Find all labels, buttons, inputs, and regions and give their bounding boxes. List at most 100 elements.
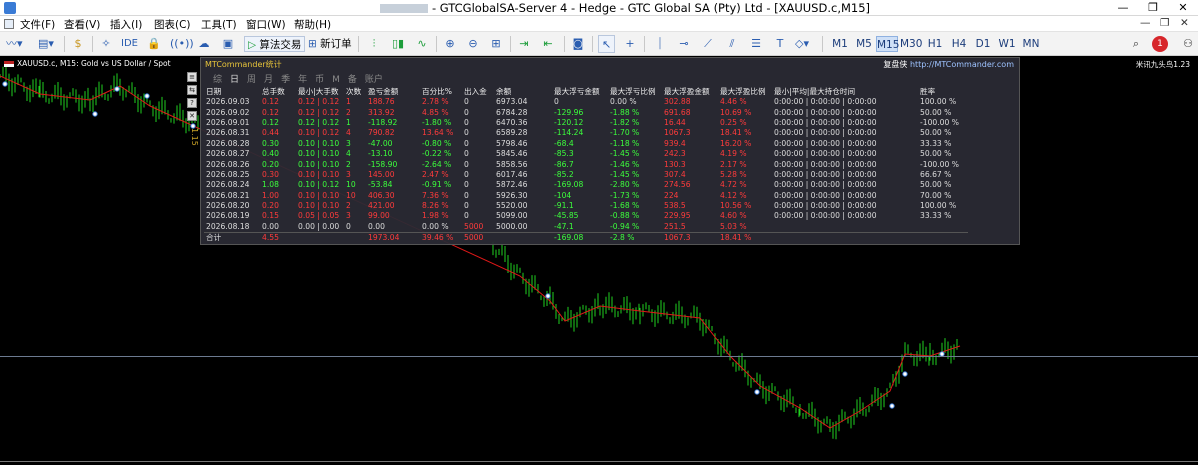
table-cell: 145.00 <box>368 169 395 179</box>
notification-badge[interactable]: 1 <box>1152 36 1168 52</box>
cursor-icon[interactable]: ↖ <box>598 35 616 53</box>
table-cell: 0:00:00 | 0:00:00 | 0:00:00 <box>774 149 877 159</box>
table-cell: 33.33 % <box>920 138 952 148</box>
timeframe-w1[interactable]: W1 <box>997 36 1017 52</box>
market-bag-icon[interactable]: 🔒 <box>146 35 162 53</box>
restore-button[interactable]: ❐ <box>1138 0 1168 16</box>
signals-icon[interactable]: ((•)) <box>170 35 194 53</box>
menu-insert[interactable]: 插入(I) <box>110 17 142 32</box>
period-tab[interactable]: 币 <box>315 75 324 85</box>
table-cell: -91.1 <box>554 201 574 211</box>
new-order-button[interactable]: ⊞ 新订单 <box>308 36 352 52</box>
table-cell: 5845.46 <box>496 149 528 159</box>
line-chart-icon[interactable]: ∿ <box>414 35 430 53</box>
table-cell: 8.26 % <box>422 201 449 211</box>
period-tab[interactable]: M <box>332 75 340 85</box>
menu-help[interactable]: 帮助(H) <box>294 17 331 32</box>
menu-window[interactable]: 窗口(W) <box>246 17 286 32</box>
close-button[interactable]: ✕ <box>1168 0 1198 16</box>
zoom-out-icon[interactable]: ⊖ <box>465 35 481 53</box>
column-header: 最大浮盈金额 <box>664 86 710 96</box>
period-tab[interactable]: 年 <box>298 75 307 85</box>
table-cell: 224 <box>664 190 679 200</box>
timeframe-m15[interactable]: M15 <box>876 36 899 52</box>
horizontal-line-icon[interactable]: ⊸ <box>676 35 692 53</box>
menu-charts[interactable]: 图表(C) <box>154 17 191 32</box>
table-cell: 0.12 <box>262 97 279 107</box>
table-cell <box>344 231 366 243</box>
shapes-icon[interactable]: ◇▾ <box>794 35 810 53</box>
period-tab[interactable]: 账户 <box>365 75 383 85</box>
minimize-button[interactable]: — <box>1108 0 1138 16</box>
dollar-icon[interactable]: $ <box>70 35 86 53</box>
tile-windows-icon[interactable]: ⊞ <box>488 35 504 53</box>
chart-type-icon[interactable]: 〰▾ <box>6 35 23 53</box>
menu-tools[interactable]: 工具(T) <box>201 17 237 32</box>
side-button[interactable]: ≡ <box>187 72 197 82</box>
table-cell: -1.46 % <box>610 159 640 169</box>
play-icon: ▷ <box>248 39 257 51</box>
templates-icon[interactable]: ▤▾ <box>38 35 54 53</box>
table-cell: 1 <box>346 97 351 107</box>
period-tab[interactable]: 周 <box>247 75 256 85</box>
zoom-in-icon[interactable]: ⊕ <box>442 35 458 53</box>
trendline-icon[interactable]: ⟋ <box>700 35 716 53</box>
table-cell: 0 <box>554 97 559 107</box>
table-cell: 6784.28 <box>496 107 528 117</box>
table-cell: 0 <box>464 211 469 221</box>
panel-link-label: 复盘侠 <box>883 60 908 69</box>
screenshot-icon[interactable]: ◙ <box>570 35 586 53</box>
fibonacci-icon[interactable]: ☰ <box>748 35 764 53</box>
ide-button[interactable]: IDE <box>121 35 138 53</box>
vps-icon[interactable]: ☁ <box>196 35 212 53</box>
table-cell: 274.56 <box>664 180 691 190</box>
timeframe-m5[interactable]: M5 <box>854 36 874 52</box>
algo-trading-button[interactable]: ▷ 算法交易 <box>244 36 306 52</box>
table-cell: -0.91 % <box>422 180 452 190</box>
panel-link-url[interactable]: http://MTCommander.com <box>910 60 1014 69</box>
candlestick-icon[interactable]: ▯▮ <box>390 35 406 53</box>
side-button[interactable]: ? <box>187 98 197 108</box>
inner-restore-button[interactable]: ❐ <box>1160 17 1169 29</box>
table-cell: 0.10 | 0.10 <box>298 138 340 148</box>
autoscroll-icon[interactable]: ⇥ <box>516 35 532 53</box>
table-cell: 0.10 | 0.10 <box>298 190 340 200</box>
crosshair-icon[interactable]: + <box>622 35 638 53</box>
horizontal-price-line[interactable] <box>0 356 1198 357</box>
timeframe-d1[interactable]: D1 <box>973 36 993 52</box>
text-label-icon[interactable]: T <box>772 35 788 53</box>
menu-file[interactable]: 文件(F) <box>20 17 55 32</box>
account-icon[interactable]: ⚇ <box>1180 35 1196 53</box>
stats-body: 2026.09.03 0.12 0.12 | 0.12 1 188.76 2.78 % 0 6… <box>204 97 968 243</box>
table-cell: 0.12 | 0.12 <box>298 107 340 117</box>
panel-link[interactable]: 复盘侠 http://MTCommander.com <box>883 59 1014 70</box>
period-tab[interactable]: 季 <box>281 75 290 85</box>
chart-shift-icon[interactable]: ⇤ <box>540 35 556 53</box>
channel-icon[interactable]: ⫽ <box>724 35 740 53</box>
search-icon[interactable]: ⌕ <box>1128 35 1144 53</box>
period-tab[interactable]: 日 <box>230 75 239 85</box>
table-cell: 0:00:00 | 0:00:00 | 0:00:00 <box>774 180 877 190</box>
menu-view[interactable]: 查看(V) <box>64 17 100 32</box>
timeframe-mn[interactable]: MN <box>1020 36 1042 52</box>
table-cell: 251.5 <box>664 221 686 231</box>
strategy-tester-icon[interactable]: ✧ <box>98 35 114 53</box>
title-bar: - GTCGlobalSA-Server 4 - Hedge - GTC Glo… <box>0 0 1198 16</box>
period-tab[interactable]: 综 <box>213 75 222 85</box>
vertical-line-icon[interactable]: ⏐ <box>652 35 668 53</box>
bar-chart-icon[interactable]: ⫶ <box>366 35 382 53</box>
inner-minimize-button[interactable]: — <box>1140 17 1151 29</box>
side-button[interactable]: ⇆ <box>187 85 197 95</box>
timeframe-h1[interactable]: H1 <box>925 36 945 52</box>
timeframe-h4[interactable]: H4 <box>949 36 969 52</box>
table-cell: 0:00:00 | 0:00:00 | 0:00:00 <box>774 211 877 221</box>
period-tab[interactable]: 月 <box>264 75 273 85</box>
timeframe-m1[interactable]: M1 <box>830 36 850 52</box>
trade-marker <box>92 111 98 117</box>
timeframe-m30[interactable]: M30 <box>900 36 922 52</box>
news-icon[interactable]: ▣ <box>220 35 236 53</box>
period-tab[interactable]: 备 <box>348 75 357 85</box>
table-cell: 307.4 <box>664 169 686 179</box>
side-button[interactable]: ✕ <box>187 111 197 121</box>
inner-close-button[interactable]: ✕ <box>1180 17 1189 29</box>
